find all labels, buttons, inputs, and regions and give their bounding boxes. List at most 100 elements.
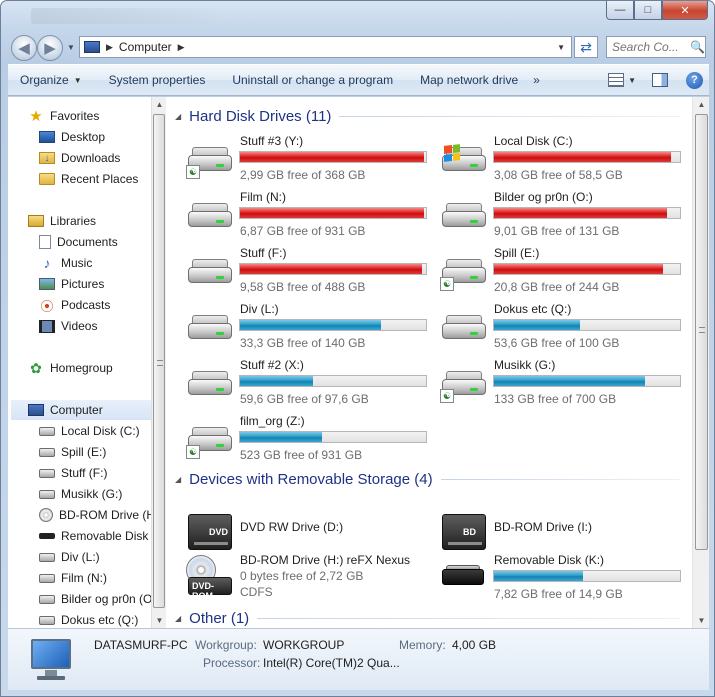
system-properties-button[interactable]: System properties [97,73,221,87]
forward-arrow-icon: ▶ [44,40,56,57]
nav-favorites[interactable]: ★ Favorites [28,106,151,126]
collapse-group-icon[interactable]: ◢ [175,614,181,623]
nav-label: Libraries [50,214,97,228]
drive-free-space: 3,08 GB free of 58,5 GB [494,168,623,182]
nav-libraries[interactable]: Libraries [28,211,151,231]
drive-tile-o[interactable]: Bilder og pr0n (O:) 9,01 GB free of 131 … [440,190,690,244]
computer-icon [84,41,100,53]
minimize-button[interactable]: — [606,1,634,20]
nav-drive-h[interactable]: BD-ROM Drive (H: [39,505,151,525]
uninstall-program-button[interactable]: Uninstall or change a program [220,73,408,87]
nav-drive-l[interactable]: Div (L:) [39,547,151,567]
nav-label: BD-ROM Drive (H: [59,508,151,522]
forward-button[interactable]: ▶ [37,35,63,61]
group-divider [257,617,680,619]
breadcrumb-separator-icon[interactable]: ▶ [106,42,113,53]
memory-label: Memory: [399,638,446,652]
drive-tile-c[interactable]: Local Disk (C:) 3,08 GB free of 58,5 GB [440,134,690,188]
search-box[interactable]: 🔍 [606,36,706,58]
drive-tile-h[interactable]: DVD-ROM BD-ROM Drive (H:) reFX Nexus 0 b… [186,553,436,613]
windows-logo-icon [444,144,460,162]
content-scrollbar[interactable]: ▲ ▼ [692,97,709,628]
preview-pane-icon[interactable] [652,73,668,87]
drive-free-space: 7,82 GB free of 14,9 GB [494,587,623,601]
search-input[interactable] [612,40,690,54]
nav-pictures[interactable]: Pictures [39,274,151,294]
removable-disk-icon [442,565,484,587]
refresh-button[interactable]: ⇄ [574,36,598,58]
nav-desktop[interactable]: Desktop [39,127,151,147]
scroll-down-icon[interactable]: ▼ [152,613,167,628]
drive-tile-x[interactable]: Stuff #2 (X:) 59,6 GB free of 97,6 GB [186,358,436,412]
help-icon[interactable]: ? [686,71,703,89]
drive-tile-q[interactable]: Dokus etc (Q:) 53,6 GB free of 100 GB [440,302,690,356]
nav-documents[interactable]: Documents [39,232,151,252]
nav-music[interactable]: ♪ Music [39,253,151,273]
windows-drive-icon [39,426,55,436]
close-button[interactable]: ✕ [662,1,708,20]
change-view-icon[interactable] [608,73,625,87]
breadcrumb-separator-icon[interactable]: ▶ [178,42,185,53]
nav-drive-c[interactable]: Local Disk (C:) [39,421,151,441]
nav-recent-places[interactable]: Recent Places [39,169,151,189]
nav-drive-o[interactable]: Bilder og pr0n (O [39,589,151,609]
breadcrumb-computer[interactable]: Computer [119,40,172,54]
nav-downloads[interactable]: ↓ Downloads [39,148,151,168]
scroll-up-icon[interactable]: ▲ [693,97,710,112]
organize-button[interactable]: Organize ▼ [8,73,97,87]
search-icon[interactable]: 🔍 [690,40,705,54]
memory-value: 4,00 GB [452,638,497,652]
scrollbar-thumb[interactable] [695,114,708,550]
shared-drive-icon: ☯ [186,165,200,179]
nav-drive-g[interactable]: Musikk (G:) [39,484,151,504]
nav-drive-n[interactable]: Film (N:) [39,568,151,588]
drive-name: film_org (Z:) [240,414,305,428]
title-bar[interactable]: — □ ✕ [1,1,714,31]
drive-free-space: 133 GB free of 700 GB [494,392,617,406]
capacity-fill [240,320,382,330]
shared-drive-icon [39,447,55,457]
group-header-other[interactable]: ◢ Other (1) [175,607,680,628]
collapse-group-icon[interactable]: ◢ [175,475,181,484]
nav-drive-f[interactable]: Stuff (F:) [39,463,151,483]
drive-name: Stuff #3 (Y:) [240,134,304,148]
nav-computer[interactable]: Computer [11,400,151,420]
drive-tile-e[interactable]: ☯ Spill (E:) 20,8 GB free of 244 GB [440,246,690,300]
navigation-scrollbar[interactable]: ▲ ▼ [151,97,166,628]
group-header-removable-storage[interactable]: ◢ Devices with Removable Storage (4) [175,468,680,490]
drive-tile-g[interactable]: ☯ Musikk (G:) 133 GB free of 700 GB [440,358,690,412]
maximize-button[interactable]: □ [634,1,662,20]
back-button[interactable]: ◀ [11,35,37,61]
address-bar[interactable]: ▶ Computer ▶ ▼ [79,36,572,58]
processor-label: Processor: [203,656,261,670]
nav-drive-k[interactable]: Removable Disk ( [39,526,151,546]
drive-tile-y[interactable]: ☯ Stuff #3 (Y:) 2,99 GB free of 368 GB [186,134,436,188]
scroll-down-icon[interactable]: ▼ [693,613,710,628]
grip-icon [157,360,163,366]
address-dropdown-icon[interactable]: ▼ [557,43,565,52]
nav-homegroup[interactable]: ✿ Homegroup [28,358,151,378]
collapse-group-icon[interactable]: ◢ [175,112,181,121]
drive-tile-z[interactable]: ☯ film_org (Z:) 523 GB free of 931 GB [186,414,436,468]
drive-tile-k[interactable]: Removable Disk (K:) 7,82 GB free of 14,9… [440,553,690,607]
capacity-fill [494,320,580,330]
nav-podcasts[interactable]: ⦿ Podcasts [39,295,151,315]
nav-label: Computer [50,403,103,417]
drive-tile-n[interactable]: Film (N:) 6,87 GB free of 931 GB [186,190,436,244]
nav-videos[interactable]: Videos [39,316,151,336]
drive-tile-l[interactable]: Div (L:) 33,3 GB free of 140 GB [186,302,436,356]
title-bar-background [31,8,231,24]
more-commands-button[interactable]: » [533,73,550,87]
scrollbar-thumb[interactable] [153,114,165,608]
nav-label: Dokus etc (Q:) [61,613,139,627]
view-dropdown-icon[interactable]: ▼ [628,76,636,85]
scroll-up-icon[interactable]: ▲ [152,97,167,112]
nav-drive-e[interactable]: Spill (E:) [39,442,151,462]
group-header-hard-disk-drives[interactable]: ◢ Hard Disk Drives (11) [175,105,680,127]
map-network-drive-button[interactable]: Map network drive [408,73,533,87]
group-divider [440,478,680,480]
nav-drive-q[interactable]: Dokus etc (Q:) [39,610,151,628]
recent-pages-dropdown[interactable]: ▼ [67,43,75,52]
drive-tile-f[interactable]: Stuff (F:) 9,58 GB free of 488 GB [186,246,436,300]
drive-name: Dokus etc (Q:) [494,302,572,316]
